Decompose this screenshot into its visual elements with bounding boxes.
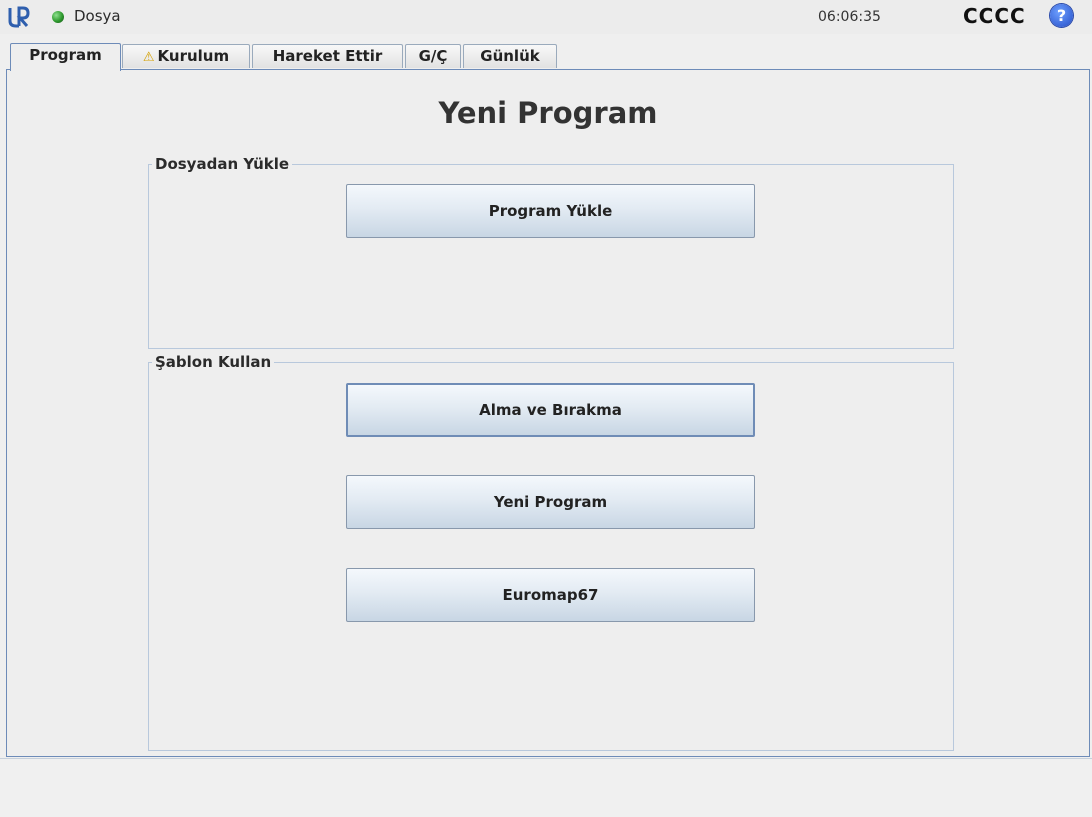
tab-move[interactable]: Hareket Ettir <box>252 44 403 68</box>
tab-installation-label: Kurulum <box>157 47 230 65</box>
top-bar: Dosya 06:06:35 CCCC ? <box>0 0 1092 34</box>
tab-bar: Program ⚠ Kurulum Hareket Ettir G/Ç Günlü… <box>0 40 1092 71</box>
help-icon[interactable]: ? <box>1050 4 1073 27</box>
page-title: Yeni Program <box>438 96 658 130</box>
use-template-legend: Şablon Kullan <box>155 353 272 371</box>
ur-logo-icon[interactable] <box>8 5 30 29</box>
file-menu[interactable]: Dosya <box>74 7 121 25</box>
tab-installation[interactable]: ⚠ Kurulum <box>122 44 250 68</box>
clock: 06:06:35 <box>818 9 881 25</box>
pick-and-place-button[interactable]: Alma ve Bırakma <box>346 383 755 437</box>
warning-icon: ⚠ <box>142 50 155 65</box>
tab-log[interactable]: Günlük <box>463 44 557 68</box>
load-program-button[interactable]: Program Yükle <box>346 184 755 238</box>
tab-io[interactable]: G/Ç <box>405 44 461 68</box>
robot-name: CCCC <box>963 4 1026 28</box>
bottom-bar <box>0 758 1092 817</box>
new-program-button[interactable]: Yeni Program <box>346 475 755 529</box>
euromap67-button[interactable]: Euromap67 <box>346 568 755 622</box>
load-from-file-legend: Dosyadan Yükle <box>155 155 290 173</box>
tab-program[interactable]: Program <box>10 43 121 71</box>
robot-status-icon <box>52 11 64 23</box>
